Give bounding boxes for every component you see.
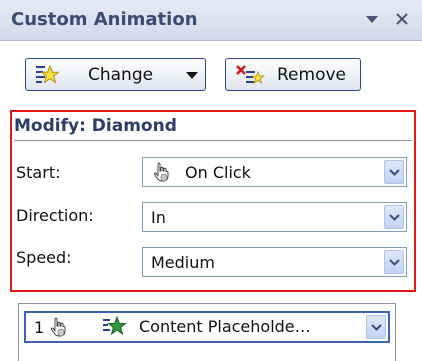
start-label: Start:: [16, 163, 61, 182]
animation-order-number: 1: [34, 318, 45, 337]
change-button-label: Change: [88, 65, 154, 85]
remove-button-label: Remove: [277, 65, 346, 85]
modify-section-title: Modify: Diamond: [14, 116, 177, 136]
section-divider: [14, 140, 412, 141]
speed-dropdown-button[interactable]: [384, 250, 404, 274]
animation-item-label: Content Placeholde…: [139, 317, 311, 336]
pane-options-arrow-icon[interactable]: [363, 10, 381, 28]
direction-label: Direction:: [16, 206, 94, 225]
remove-button[interactable]: Remove: [225, 58, 361, 91]
custom-animation-pane: Custom Animation Change Remove Modify: D…: [0, 0, 422, 361]
add-effect-star-icon: [36, 64, 59, 84]
start-value: On Click: [185, 163, 251, 182]
change-button[interactable]: Change: [25, 58, 206, 91]
speed-value: Medium: [151, 253, 215, 272]
direction-dropdown-button[interactable]: [384, 205, 404, 229]
remove-effect-icon: [236, 65, 265, 84]
direction-dropdown[interactable]: In: [142, 202, 407, 232]
start-dropdown-button[interactable]: [384, 160, 404, 184]
list-item[interactable]: 1 Content Placeholde…: [24, 311, 390, 343]
chevron-down-icon: [371, 324, 382, 331]
chevron-down-icon: [389, 259, 400, 266]
close-icon[interactable]: [394, 11, 410, 27]
pane-title: Custom Animation: [11, 9, 198, 30]
task-pane-titlebar: Custom Animation: [0, 0, 422, 41]
speed-dropdown[interactable]: Medium: [142, 247, 407, 277]
direction-value: In: [151, 208, 166, 227]
mouse-click-icon: [153, 162, 169, 182]
chevron-down-icon: [186, 72, 198, 79]
chevron-down-icon: [389, 214, 400, 221]
start-dropdown[interactable]: On Click: [142, 157, 407, 187]
mouse-click-icon: [50, 317, 66, 337]
speed-label: Speed:: [16, 248, 72, 267]
entrance-effect-star-icon: [103, 316, 126, 336]
chevron-down-icon: [389, 169, 400, 176]
animation-item-dropdown-button[interactable]: [366, 315, 386, 339]
